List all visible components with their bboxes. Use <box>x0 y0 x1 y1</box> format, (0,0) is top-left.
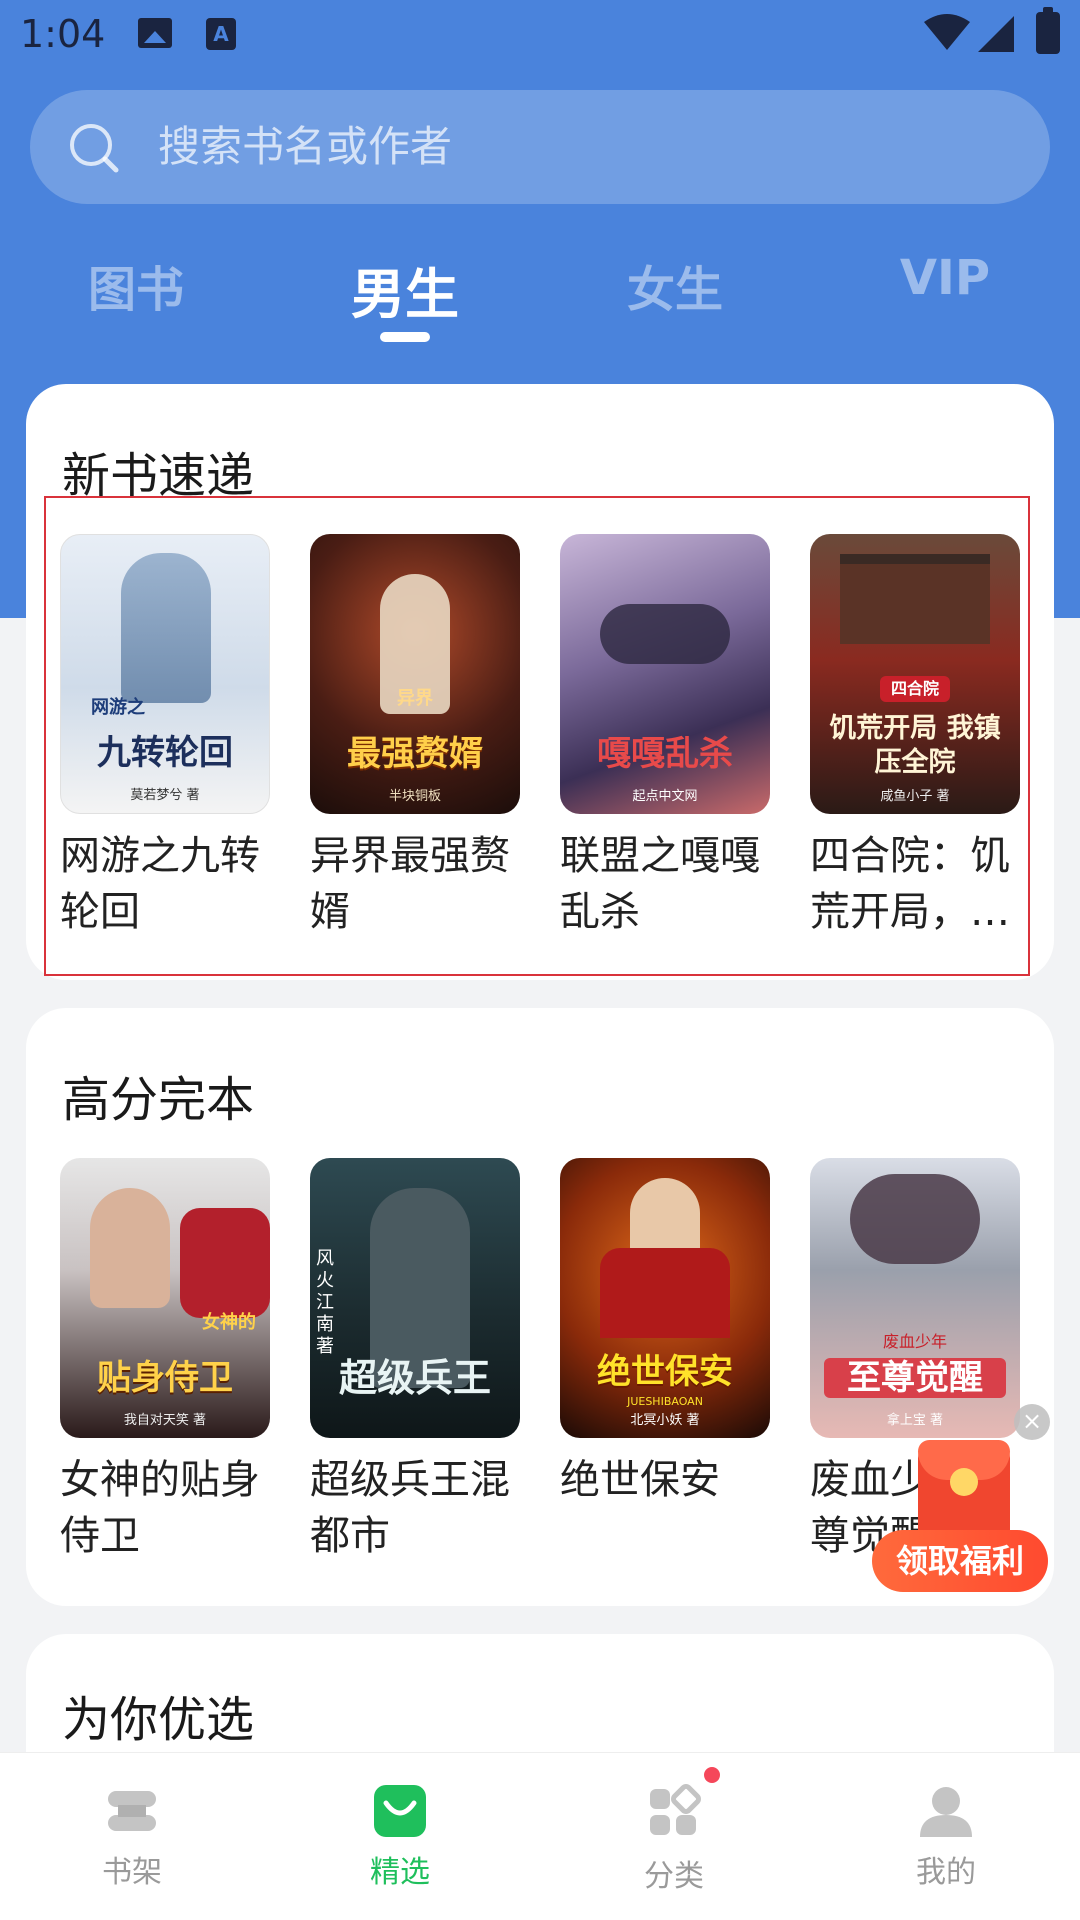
search-input[interactable]: 搜索书名或作者 <box>30 90 1050 204</box>
high-score-card: 高分完本 女神的 贴身侍卫 我自对天笑 著 女神的贴身侍卫 风火江南 著 超级兵… <box>26 1008 1054 1606</box>
tab-vip[interactable]: VIP <box>835 250 1055 306</box>
cover-subtitle: JUESHIBAOAN <box>627 1395 703 1408</box>
coin-icon <box>950 1468 978 1496</box>
cover-title: 贴身侍卫 <box>97 1358 233 1398</box>
nav-label: 分类 <box>644 1859 704 1894</box>
tab-male[interactable]: 男生 <box>295 250 515 329</box>
book-item[interactable]: 风火江南 著 超级兵王 超级兵王混都市 <box>310 1158 520 1564</box>
book-cover[interactable]: 绝世保安 JUESHIBAOAN 北冥小妖 著 <box>560 1158 770 1438</box>
nav-label: 精选 <box>370 1855 430 1890</box>
nav-category[interactable]: 分类 <box>574 1753 774 1920</box>
bottom-nav: 书架 精选 分类 我的 <box>0 1752 1080 1920</box>
category-icon <box>650 1784 701 1835</box>
cover-figure <box>180 1208 270 1318</box>
section-title: 为你优选 <box>62 1692 255 1748</box>
book-cover[interactable]: 女神的 贴身侍卫 我自对天笑 著 <box>60 1158 270 1438</box>
book-item[interactable]: 女神的 贴身侍卫 我自对天笑 著 女神的贴身侍卫 <box>60 1158 270 1564</box>
bookshelf-icon <box>108 1791 156 1831</box>
nav-label: 书架 <box>102 1855 162 1890</box>
book-cover[interactable]: 风火江南 著 超级兵王 <box>310 1158 520 1438</box>
close-icon[interactable]: × <box>1014 1404 1050 1440</box>
cover-title: 至尊觉醒 <box>824 1358 1006 1398</box>
section-title: 高分完本 <box>62 1072 255 1128</box>
cover-title: 超级兵王 <box>338 1355 491 1400</box>
profile-icon <box>920 1787 972 1837</box>
cover-figure <box>90 1188 170 1308</box>
signal-icon <box>978 16 1014 52</box>
book-item[interactable]: 绝世保安 JUESHIBAOAN 北冥小妖 著 绝世保安 <box>560 1158 770 1508</box>
wifi-icon <box>924 14 970 50</box>
cover-title: 绝世保安 <box>597 1352 733 1392</box>
search-icon <box>70 124 119 173</box>
nav-featured[interactable]: 精选 <box>300 1753 500 1920</box>
cover-subtitle: 女神的 <box>202 1312 256 1333</box>
nav-bookshelf[interactable]: 书架 <box>32 1753 232 1920</box>
status-time: 1:04 <box>20 12 106 56</box>
highlight-box <box>44 496 1030 976</box>
category-tabs: 图书 男生 女生 VIP <box>0 250 1080 350</box>
battery-icon <box>1036 7 1060 54</box>
image-notification-icon <box>138 18 172 48</box>
cover-author: 我自对天笑 著 <box>123 1413 207 1428</box>
notification-dot <box>704 1767 720 1783</box>
tab-indicator <box>380 332 430 342</box>
cover-author: 北冥小妖 著 <box>630 1413 700 1428</box>
nav-profile[interactable]: 我的 <box>846 1753 1046 1920</box>
featured-bag-icon <box>374 1785 426 1837</box>
cover-figure <box>850 1174 980 1264</box>
claim-benefit-button[interactable]: 领取福利 <box>872 1530 1048 1592</box>
book-title[interactable]: 女神的贴身侍卫 <box>60 1452 272 1564</box>
book-title[interactable]: 绝世保安 <box>560 1452 772 1508</box>
book-cover[interactable]: 废血少年 至尊觉醒 拿上宝 著 <box>810 1158 1020 1438</box>
cover-figure <box>600 1248 730 1338</box>
status-bar: 1:04 A <box>0 0 1080 72</box>
book-title[interactable]: 超级兵王混都市 <box>310 1452 522 1564</box>
cover-subtitle: 废血少年 <box>882 1332 947 1351</box>
a-notification-icon: A <box>206 18 236 50</box>
nav-label: 我的 <box>916 1855 976 1890</box>
cover-subtitle: 风火江南 著 <box>316 1248 334 1357</box>
tab-books[interactable]: 图书 <box>26 250 246 320</box>
cover-author: 拿上宝 著 <box>886 1413 944 1428</box>
search-placeholder: 搜索书名或作者 <box>158 122 453 171</box>
tab-female[interactable]: 女生 <box>565 250 785 320</box>
